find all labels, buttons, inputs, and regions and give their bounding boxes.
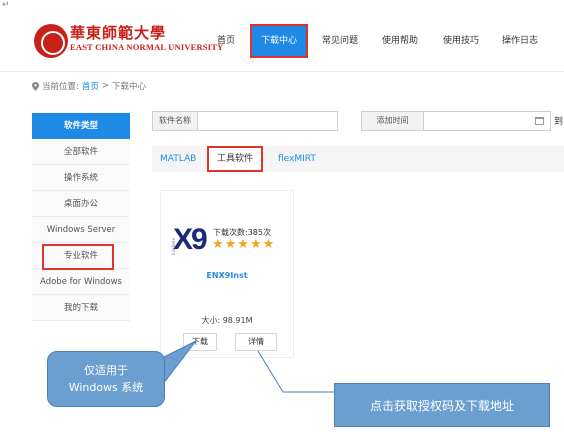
- sidebar-title: 软件类型: [32, 113, 130, 139]
- software-name[interactable]: ENX9Inst: [161, 271, 293, 280]
- breadcrumb-prefix: 当前位置:: [42, 82, 79, 92]
- corner-mark: ↵: [2, 0, 10, 10]
- endnote-x9-logo[interactable]: X9: [173, 223, 208, 257]
- nav-download-center[interactable]: 下载中心: [250, 24, 308, 58]
- tab-flexmirt[interactable]: flexMIRT: [278, 146, 316, 172]
- date-range-to: 到: [554, 117, 564, 127]
- page: { "corner_mark": "↵", "header": { "logo_…: [0, 0, 564, 432]
- callout-line-1: 仅适用于: [84, 364, 128, 377]
- university-name-cn: 華東師範大學: [70, 24, 167, 42]
- software-card: EndNote X9 下载次数:385次 ★★★★★ ENX9Inst 大小: …: [160, 190, 294, 358]
- header: 華東師範大學 EAST CHINA NORMAL UNIVERSITY 首页 下…: [0, 10, 564, 72]
- auth-code-callout: 点击获取授权码及下载地址: [334, 383, 550, 427]
- windows-only-callout: 仅适用于 Windows 系统: [47, 351, 165, 407]
- calendar-icon[interactable]: [535, 117, 544, 125]
- breadcrumb-home-link[interactable]: 首页: [82, 80, 99, 92]
- sidebar-item-adobe[interactable]: Adobe for Windows: [32, 269, 130, 295]
- software-size: 大小: 98.91M: [201, 316, 253, 325]
- download-button[interactable]: 下载: [183, 333, 217, 351]
- sidebar-item-windows-server[interactable]: Windows Server: [32, 217, 130, 243]
- software-name-filter: 软件名称: [152, 111, 338, 131]
- nav-faq[interactable]: 常见问题: [312, 24, 368, 58]
- tab-matlab[interactable]: MATLAB: [160, 146, 196, 172]
- nav-help[interactable]: 使用帮助: [372, 24, 428, 58]
- sidebar-item-os[interactable]: 操作系统: [32, 165, 130, 191]
- add-time-filter: 添加时间: [361, 111, 551, 131]
- breadcrumb-current: 下载中心: [112, 82, 147, 92]
- main-nav: 首页 下载中心 常见问题 使用帮助 使用技巧 操作日志: [208, 24, 548, 58]
- rating-stars-icon: ★★★★★: [212, 237, 276, 252]
- location-pin-icon: [32, 81, 39, 91]
- sidebar-item-all[interactable]: 全部软件: [32, 139, 130, 165]
- software-name-input[interactable]: [198, 112, 337, 130]
- nav-log[interactable]: 操作日志: [492, 24, 548, 58]
- sidebar-item-office[interactable]: 桌面办公: [32, 191, 130, 217]
- add-time-label: 添加时间: [362, 112, 424, 130]
- software-name-label: 软件名称: [153, 112, 198, 130]
- tab-tools[interactable]: 工具软件: [207, 146, 263, 172]
- breadcrumb: 当前位置: 首页 > 下载中心: [32, 80, 146, 92]
- nav-home[interactable]: 首页: [208, 24, 244, 58]
- sidebar-item-my-downloads[interactable]: 我的下载: [32, 295, 130, 321]
- callout-line-2: Windows 系统: [68, 381, 144, 394]
- nav-tips[interactable]: 使用技巧: [432, 24, 490, 58]
- add-time-input[interactable]: [424, 112, 550, 130]
- details-button[interactable]: 详情: [235, 333, 277, 351]
- category-tabs: MATLAB 工具软件 flexMIRT: [152, 146, 564, 172]
- sidebar-item-professional[interactable]: 专业软件: [32, 243, 130, 270]
- breadcrumb-separator: >: [101, 81, 110, 91]
- sidebar: 软件类型 全部软件 操作系统 桌面办公 Windows Server 专业软件 …: [32, 113, 130, 321]
- university-name-en: EAST CHINA NORMAL UNIVERSITY: [70, 42, 224, 52]
- university-logo-icon[interactable]: [34, 24, 68, 58]
